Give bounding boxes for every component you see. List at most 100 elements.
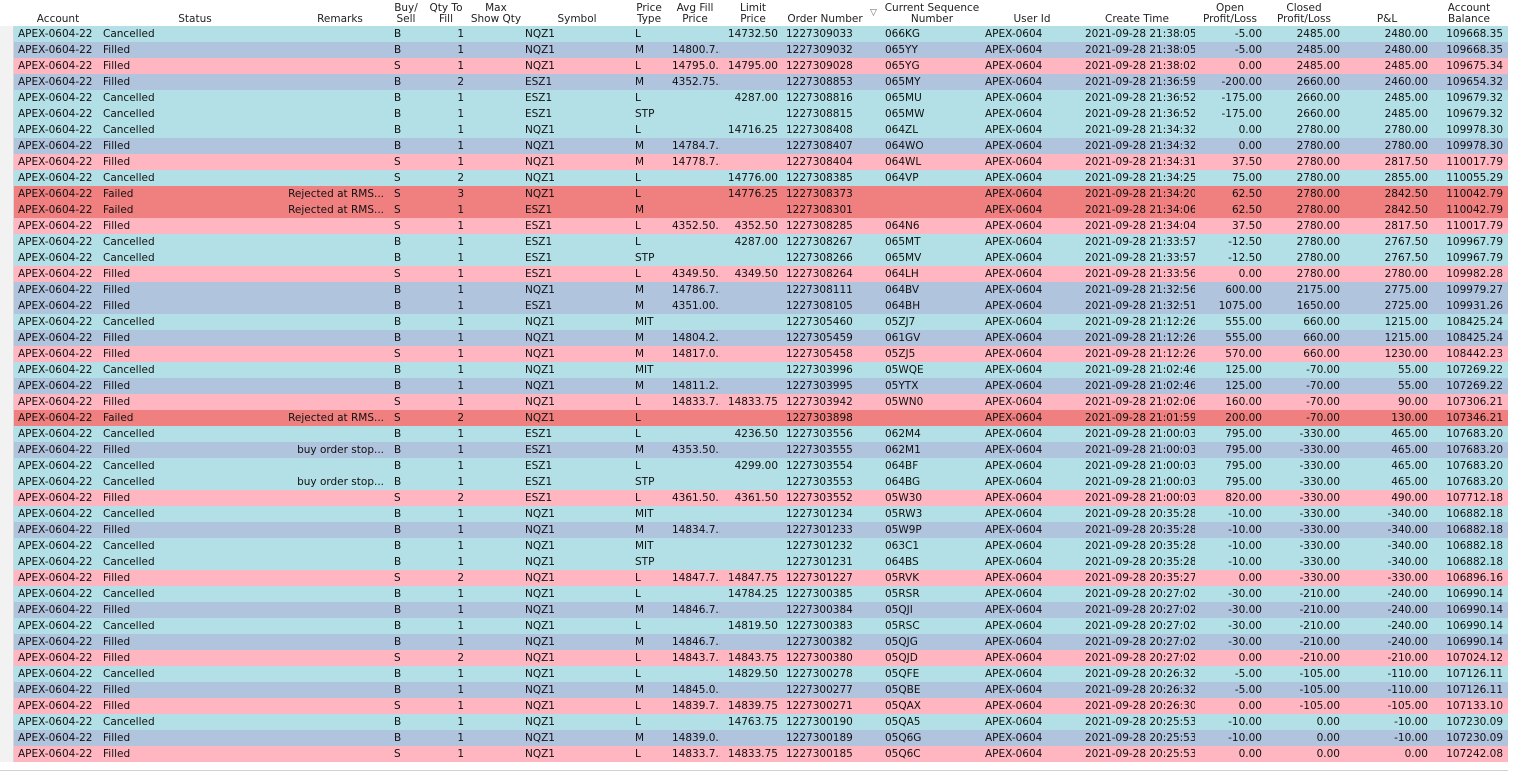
header-remarks[interactable]: Remarks [300, 0, 380, 26]
row-header[interactable] [0, 426, 14, 442]
table-row[interactable]: APEX-0604-22 Cancelled B 1 NQZ1 L 14784.25 1227… [0, 586, 1508, 602]
table-row[interactable]: APEX-0604-22 Filled B 2 ESZ1 M 4352.75... 12273… [0, 74, 1508, 90]
row-header[interactable] [0, 346, 14, 362]
table-row[interactable]: APEX-0604-22 Cancelled B 1 NQZ1 MIT 1227301234… [0, 506, 1508, 522]
header-pnl[interactable]: P&L [1370, 0, 1404, 26]
row-header[interactable] [0, 618, 14, 634]
row-header[interactable] [0, 442, 14, 458]
table-row[interactable]: APEX-0604-22 Cancelled B 1 NQZ1 MIT 1227303996… [0, 362, 1508, 378]
row-header[interactable] [0, 362, 14, 378]
table-row[interactable]: APEX-0604-22 Filled B 1 NQZ1 M 14845.0... 12273… [0, 682, 1508, 698]
table-row[interactable]: APEX-0604-22 Failed Rejected at RMS... S 1 ES… [0, 202, 1508, 218]
row-header[interactable] [0, 666, 14, 682]
table-row[interactable]: APEX-0604-22 Cancelled B 1 ESZ1 STP 1227308266… [0, 250, 1508, 266]
table-row[interactable]: APEX-0604-22 Failed Rejected at RMS... S 3 NQ… [0, 186, 1508, 202]
table-row[interactable]: APEX-0604-22 Cancelled B 1 ESZ1 L 4287.00 12273… [0, 234, 1508, 250]
row-header[interactable] [0, 602, 14, 618]
table-row[interactable]: APEX-0604-22 Filled S 1 NQZ1 M 14817.0... 12273… [0, 346, 1508, 362]
table-row[interactable]: APEX-0604-22 Cancelled B 1 NQZ1 L 14829.50 1227… [0, 666, 1508, 682]
sort-descending-icon[interactable]: ▽ [870, 8, 879, 18]
row-header[interactable] [0, 90, 14, 106]
header-max-show-qty[interactable]: Max Show Qty [468, 0, 524, 26]
table-row[interactable]: APEX-0604-22 Cancelled B 1 NQZ1 L 14763.75 1227… [0, 714, 1508, 730]
row-header[interactable] [0, 730, 14, 746]
row-header[interactable] [0, 170, 14, 186]
table-row[interactable]: APEX-0604-22 Filled B 1 NQZ1 M 14800.7... 12273… [0, 42, 1508, 58]
header-current-sequence-number[interactable]: Current Sequence Number [880, 0, 984, 26]
row-header[interactable] [0, 314, 14, 330]
row-header[interactable] [0, 554, 14, 570]
row-header[interactable] [0, 570, 14, 586]
header-create-time[interactable]: Create Time [1100, 0, 1174, 26]
table-row[interactable]: APEX-0604-22 Filled B 1 NQZ1 M 14834.7... 12273… [0, 522, 1508, 538]
table-row[interactable]: APEX-0604-22 Filled S 2 ESZ1 L 4361.50... 4361.… [0, 490, 1508, 506]
table-row[interactable]: APEX-0604-22 Cancelled B 1 NQZ1 L 14716.25 1227… [0, 122, 1508, 138]
row-header[interactable] [0, 330, 14, 346]
header-account[interactable]: Account [14, 0, 102, 26]
header-price-type[interactable]: Price Type [630, 0, 668, 26]
row-header[interactable] [0, 186, 14, 202]
table-row[interactable]: APEX-0604-22 Filled B 1 NQZ1 M 14846.7... 12273… [0, 634, 1508, 650]
row-header[interactable] [0, 266, 14, 282]
vertical-scrollbar[interactable] [1508, 0, 1532, 781]
header-status[interactable]: Status [150, 0, 240, 26]
table-row[interactable]: APEX-0604-22 Cancelled S 2 NQZ1 L 14776.00 1227… [0, 170, 1508, 186]
row-header[interactable] [0, 154, 14, 170]
table-row[interactable]: APEX-0604-22 Cancelled B 1 NQZ1 MIT 1227305460… [0, 314, 1508, 330]
row-header[interactable] [0, 282, 14, 298]
table-row[interactable]: APEX-0604-22 Filled B 1 NQZ1 M 14846.7... 12273… [0, 602, 1508, 618]
header-symbol[interactable]: Symbol [552, 0, 602, 26]
row-header[interactable] [0, 650, 14, 666]
row-header[interactable] [0, 202, 14, 218]
table-row[interactable]: APEX-0604-22 Filled B 1 NQZ1 M 14811.2... 12273… [0, 378, 1508, 394]
table-row[interactable]: APEX-0604-22 Cancelled B 1 NQZ1 L 14732.50 1227… [0, 26, 1508, 42]
table-row[interactable]: APEX-0604-22 Cancelled B 1 ESZ1 L 4236.50 12273… [0, 426, 1508, 442]
row-header[interactable] [0, 106, 14, 122]
row-header[interactable] [0, 234, 14, 250]
row-header[interactable] [0, 42, 14, 58]
table-row[interactable]: APEX-0604-22 Filled B 1 NQZ1 M 14804.2... 12273… [0, 330, 1508, 346]
row-header[interactable] [0, 506, 14, 522]
table-row[interactable]: APEX-0604-22 Filled S 2 NQZ1 L 14843.7... 14843… [0, 650, 1508, 666]
row-header[interactable] [0, 26, 14, 42]
row-header[interactable] [0, 410, 14, 426]
row-header[interactable] [0, 538, 14, 554]
table-row[interactable]: APEX-0604-22 Filled B 1 NQZ1 M 14784.7... 12273… [0, 138, 1508, 154]
table-row[interactable]: APEX-0604-22 Filled B 1 NQZ1 M 14786.7... 12273… [0, 282, 1508, 298]
row-header[interactable] [0, 474, 14, 490]
row-header[interactable] [0, 250, 14, 266]
table-row[interactable]: APEX-0604-22 Cancelled B 1 ESZ1 L 4287.00 12273… [0, 90, 1508, 106]
row-header[interactable] [0, 746, 14, 762]
row-header[interactable] [0, 522, 14, 538]
table-row[interactable]: APEX-0604-22 Filled S 2 NQZ1 L 14847.7... 14847… [0, 570, 1508, 586]
header-limit-price[interactable]: Limit Price [728, 0, 778, 26]
table-row[interactable]: APEX-0604-22 Failed Rejected at RMS... S 2 NQ… [0, 410, 1508, 426]
row-header[interactable] [0, 586, 14, 602]
table-row[interactable]: APEX-0604-22 Filled S 1 NQZ1 L 14833.7... 14833… [0, 394, 1508, 410]
row-header[interactable] [0, 58, 14, 74]
table-row[interactable]: APEX-0604-22 Cancelled B 1 NQZ1 STP 1227301231… [0, 554, 1508, 570]
table-row[interactable]: APEX-0604-22 Filled S 1 ESZ1 L 4352.50... 4352.… [0, 218, 1508, 234]
row-header[interactable] [0, 698, 14, 714]
row-header[interactable] [0, 378, 14, 394]
header-user-id[interactable]: User Id [1000, 0, 1064, 26]
header-account-balance[interactable]: Account Balance [1436, 0, 1502, 26]
table-row[interactable]: APEX-0604-22 Cancelled B 1 NQZ1 L 14819.50 1227… [0, 618, 1508, 634]
row-header[interactable] [0, 714, 14, 730]
table-row[interactable]: APEX-0604-22 Filled S 1 NQZ1 L 14833.7... 14833… [0, 746, 1508, 762]
table-row[interactable]: APEX-0604-22 Cancelled B 1 ESZ1 L 4299.00 12273… [0, 458, 1508, 474]
table-row[interactable]: APEX-0604-22 Filled S 1 NQZ1 L 14839.7... 14839… [0, 698, 1508, 714]
header-open-profit-loss[interactable]: Open Profit/Loss [1196, 0, 1264, 26]
table-row[interactable]: APEX-0604-22 Filled S 1 NQZ1 M 14778.7... 12273… [0, 154, 1508, 170]
header-closed-profit-loss[interactable]: Closed Profit/Loss [1270, 0, 1338, 26]
row-header[interactable] [0, 218, 14, 234]
row-header[interactable] [0, 682, 14, 698]
table-row[interactable]: APEX-0604-22 Cancelled B 1 NQZ1 MIT 1227301232… [0, 538, 1508, 554]
table-row[interactable]: APEX-0604-22 Filled S 1 ESZ1 L 4349.50... 4349.… [0, 266, 1508, 282]
row-header[interactable] [0, 458, 14, 474]
table-row[interactable]: APEX-0604-22 Filled S 1 NQZ1 L 14795.0... 14795… [0, 58, 1508, 74]
row-header[interactable] [0, 298, 14, 314]
row-header[interactable] [0, 634, 14, 650]
table-row[interactable]: APEX-0604-22 Cancelled buy order stop... B 1… [0, 474, 1508, 490]
row-header[interactable] [0, 74, 14, 90]
